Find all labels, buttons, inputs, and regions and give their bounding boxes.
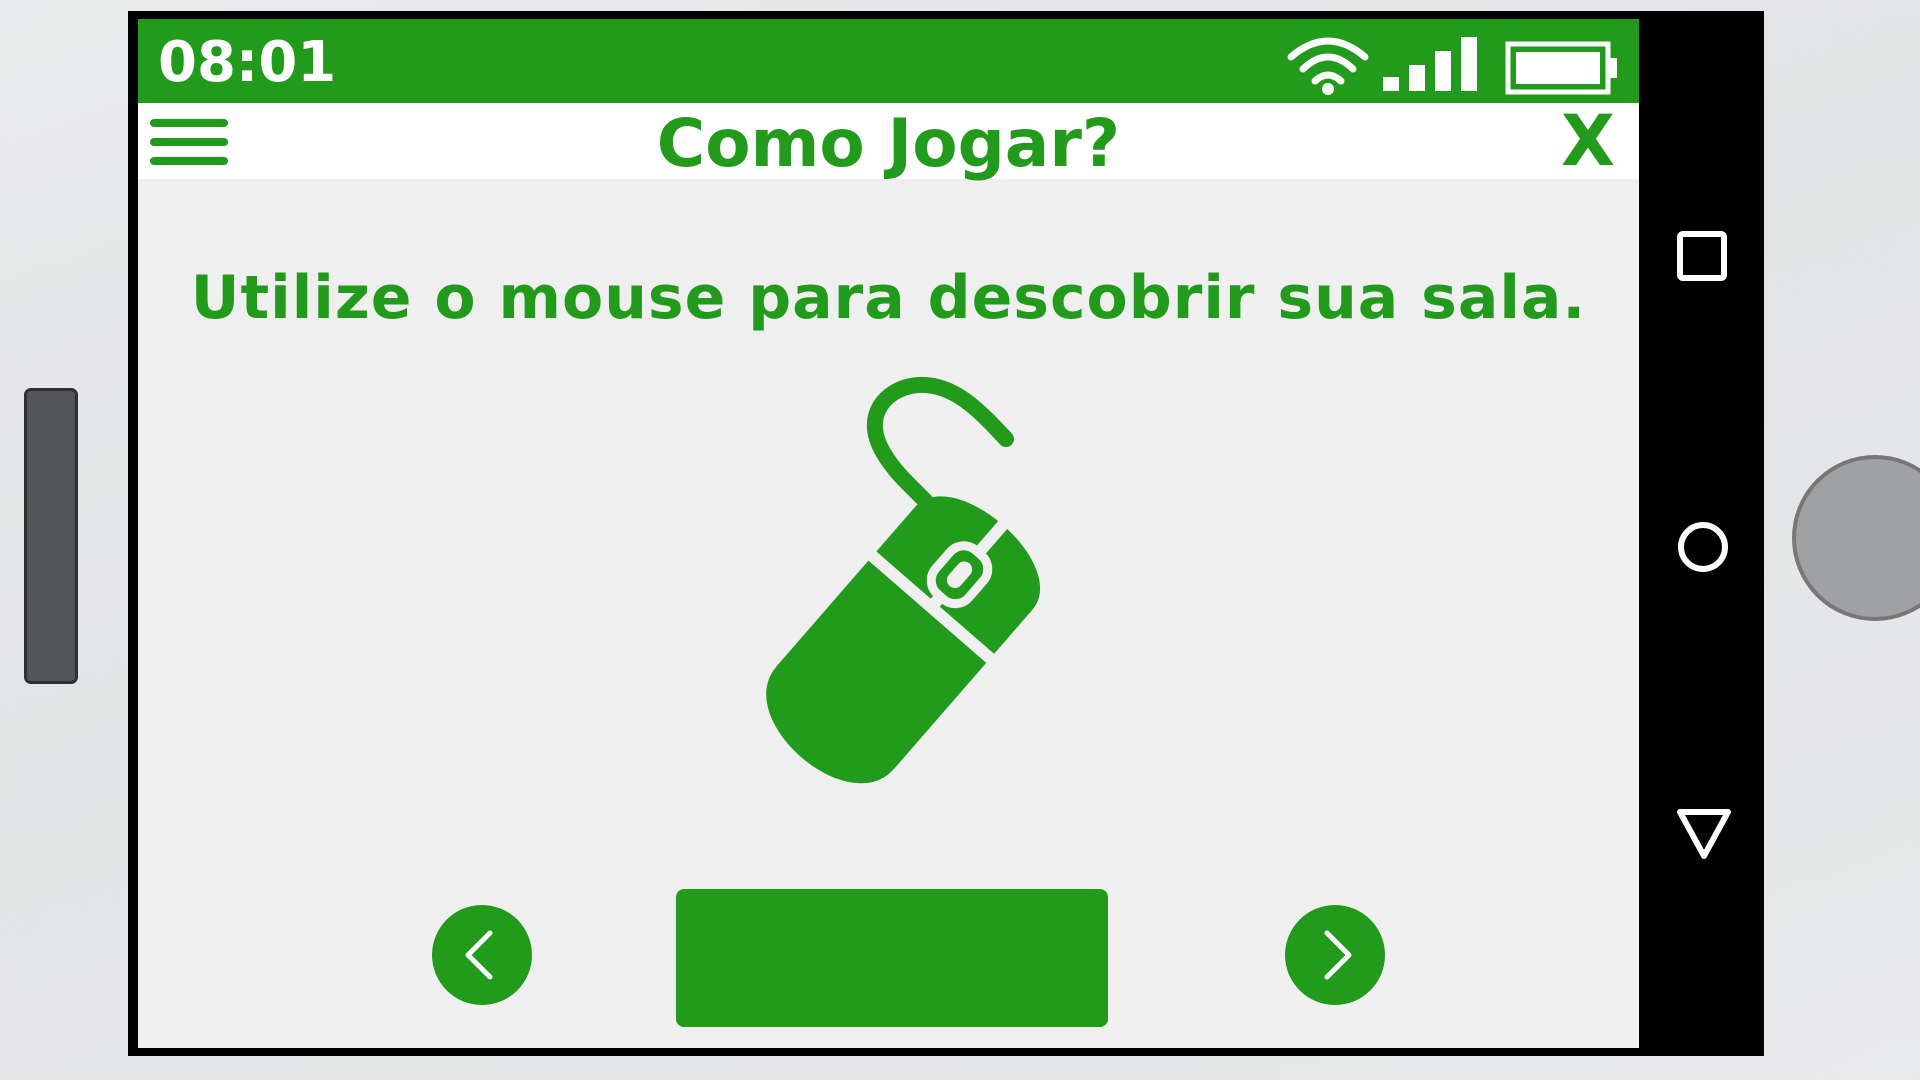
previous-button[interactable] <box>432 905 532 1005</box>
close-button[interactable]: X <box>1561 103 1615 179</box>
home-nav-button[interactable] <box>1639 506 1764 586</box>
home-icon <box>1678 522 1728 572</box>
instruction-text: Utilize o mouse para descobrir sua sala. <box>190 263 1587 333</box>
center-action-button[interactable] <box>676 889 1108 1027</box>
phone-frame: 08:01 Como Jogar? X Utilize o mouse para… <box>128 11 1764 1056</box>
page-title: Como Jogar? <box>656 105 1121 182</box>
device-home-button[interactable] <box>1792 455 1920 621</box>
app-screen: 08:01 Como Jogar? X Utilize o mouse para… <box>138 19 1639 1048</box>
app-bar: Como Jogar? X <box>138 103 1639 182</box>
battery-icon <box>1505 41 1617 95</box>
signal-icon <box>1383 37 1477 91</box>
status-bar: 08:01 <box>138 19 1639 103</box>
chevron-left-icon <box>465 930 493 980</box>
computer-mouse-icon <box>766 376 1040 784</box>
wifi-icon <box>1287 37 1369 95</box>
recent-apps-button[interactable] <box>1639 216 1764 296</box>
back-nav-button[interactable] <box>1639 794 1764 874</box>
system-nav-bar <box>1639 11 1764 1056</box>
chevron-right-icon <box>1324 930 1352 980</box>
recent-apps-icon <box>1677 231 1727 281</box>
device-side-key <box>24 388 78 684</box>
next-button[interactable] <box>1285 905 1385 1005</box>
back-icon <box>1677 809 1731 859</box>
status-clock: 08:01 <box>158 30 337 95</box>
